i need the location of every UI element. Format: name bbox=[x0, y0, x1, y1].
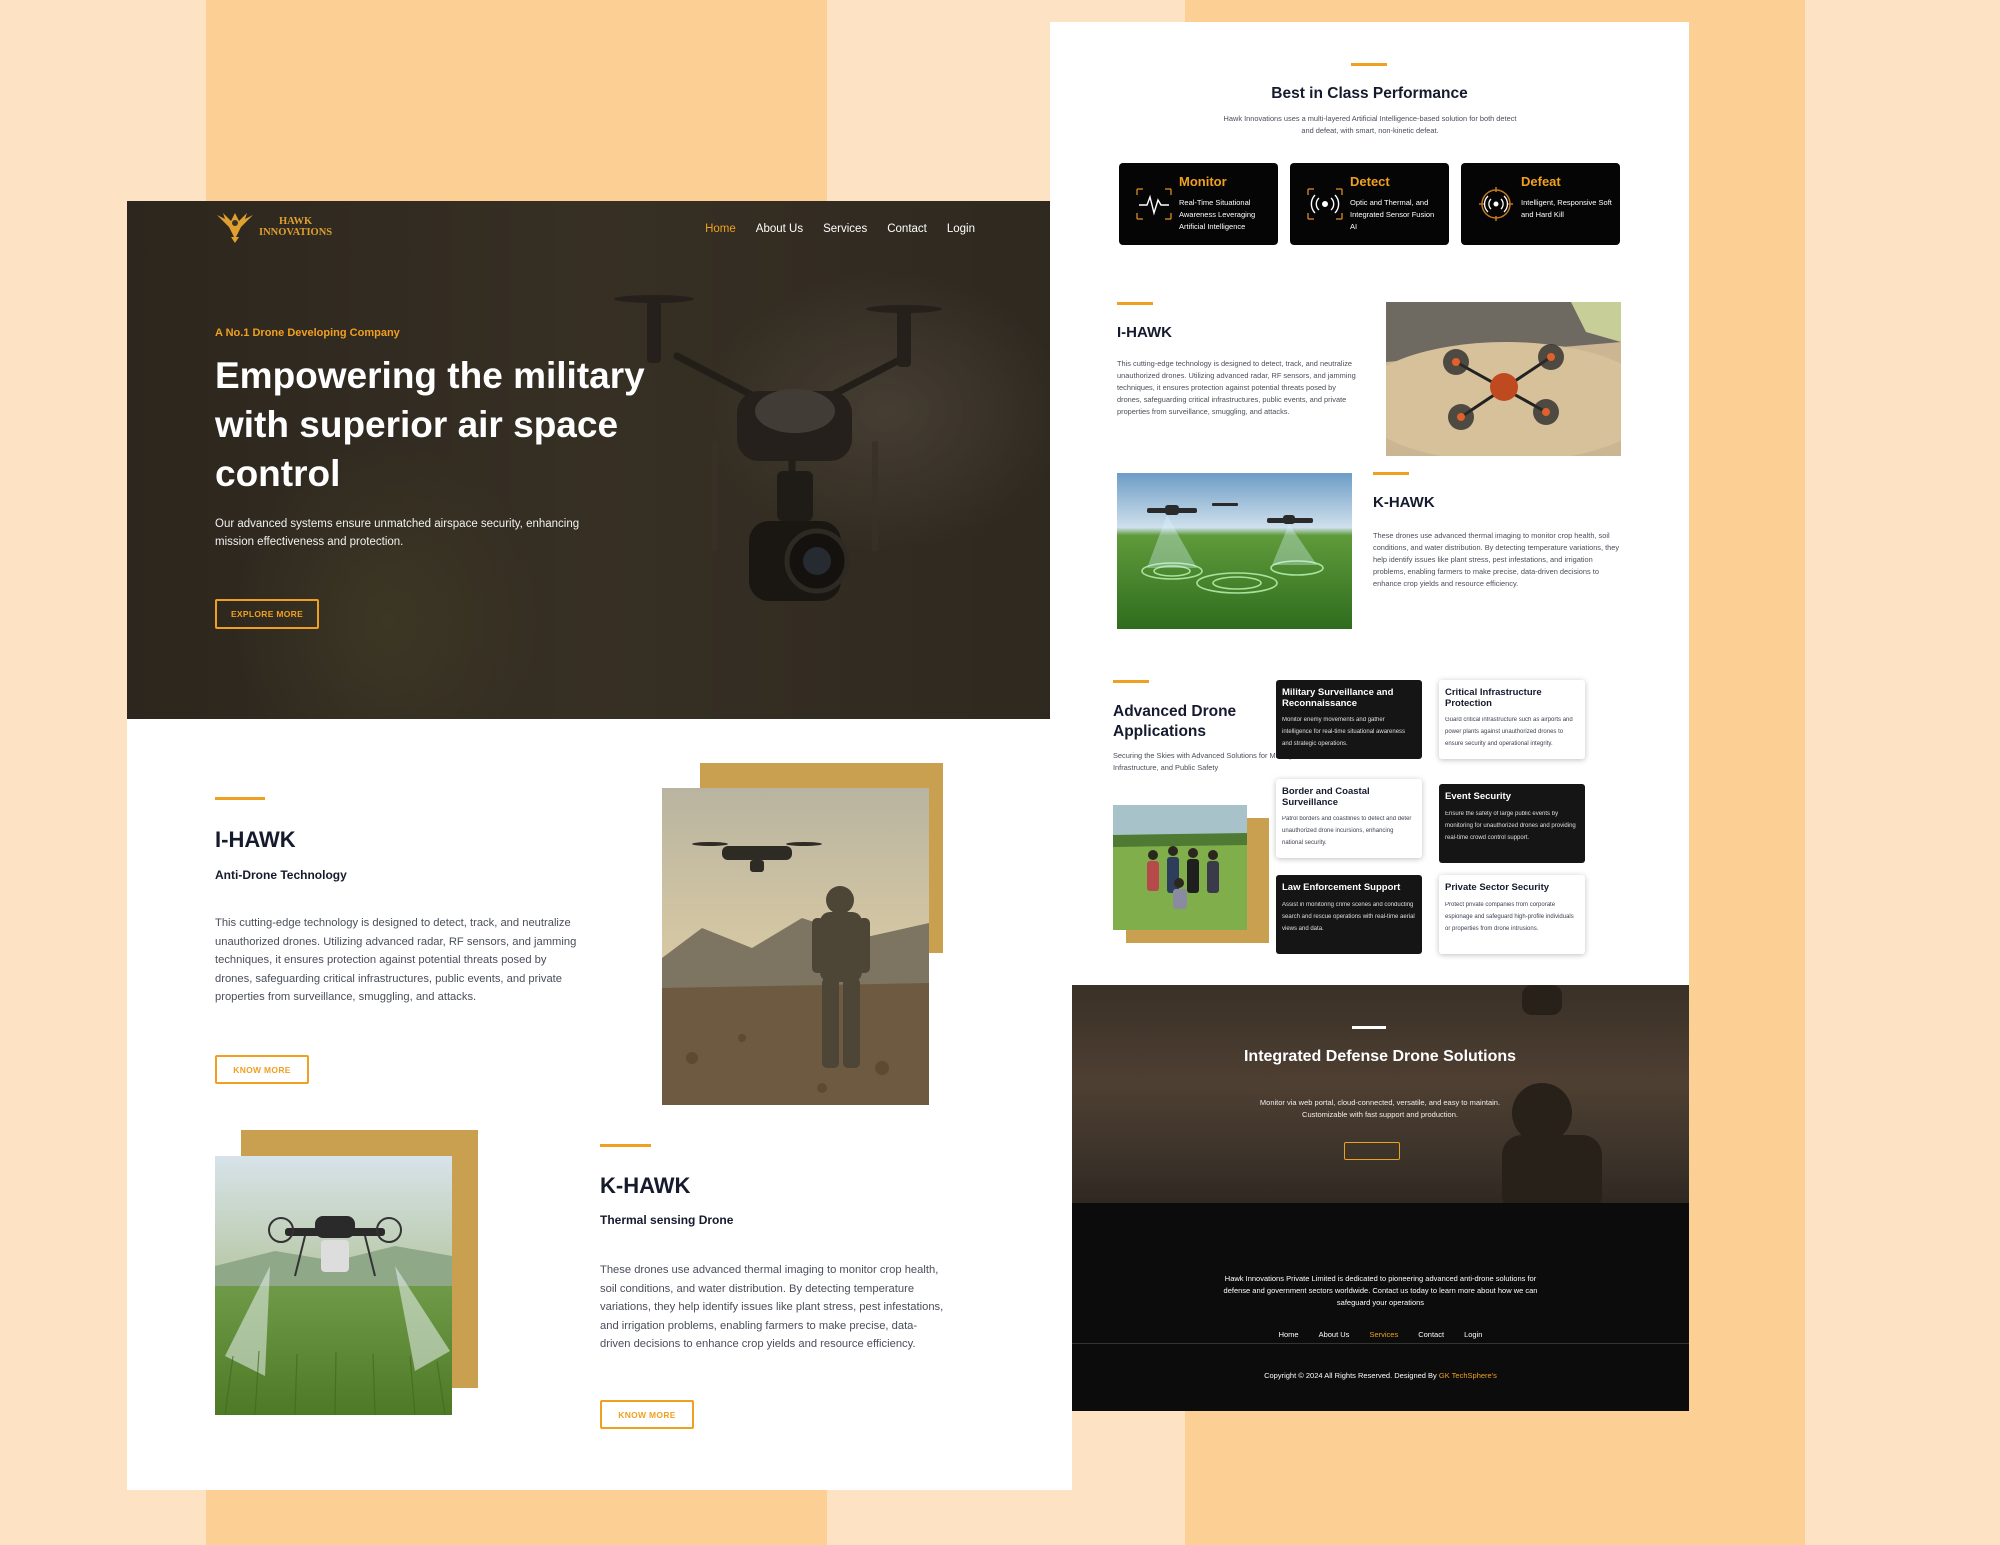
app-card-desc: Ensure the safety of large public events… bbox=[1445, 810, 1576, 841]
applications-title: Advanced Drone Applications bbox=[1113, 703, 1237, 740]
khawk-description: These drones use advanced thermal imagin… bbox=[600, 1264, 944, 1350]
footer-nav-login[interactable]: Login bbox=[1464, 1330, 1482, 1339]
app-card-desc: Monitor enemy movements and gather intel… bbox=[1282, 717, 1406, 747]
defense-description: Monitor via web portal, cloud-connected,… bbox=[1259, 1098, 1501, 1119]
app-card-desc: Protect private companies from corporate… bbox=[1445, 901, 1574, 932]
ihawk-description-small: This cutting-edge technology is designed… bbox=[1117, 359, 1356, 416]
brand-logo[interactable]: HAWK INNOVATIONS bbox=[215, 209, 332, 245]
monitor-card-desc: Real-Time Situational Awareness Leveragi… bbox=[1179, 198, 1256, 231]
monitor-card-title: Monitor bbox=[1179, 174, 1227, 189]
khawk-title-small: K-HAWK bbox=[1373, 494, 1435, 511]
app-card-law-enforcement[interactable]: Law Enforcement Support Assist in monito… bbox=[1276, 875, 1422, 954]
app-card-title: Law Enforcement Support bbox=[1282, 882, 1401, 893]
app-card-desc: Assist in monitoring crime scenes and co… bbox=[1282, 901, 1415, 932]
brand-name-line1: HAWK bbox=[278, 216, 313, 227]
explore-more-button[interactable]: EXPLORE MORE bbox=[215, 599, 319, 629]
section-accent-bar bbox=[1113, 680, 1149, 683]
brand-name-line2: INNOVATIONS bbox=[259, 227, 333, 238]
services-page-mockup: Best in Class Performance Hawk Innovatio… bbox=[1050, 22, 1689, 1411]
radar-signal-icon bbox=[1307, 188, 1343, 220]
app-card-title: Border and Coastal Surveillance bbox=[1282, 786, 1370, 808]
nav-about[interactable]: About Us bbox=[756, 223, 803, 235]
defeat-card-title: Defeat bbox=[1521, 174, 1561, 189]
defense-button[interactable] bbox=[1344, 1142, 1400, 1160]
khawk-know-more-button[interactable]: KNOW MORE bbox=[600, 1400, 694, 1429]
section-accent-bar bbox=[600, 1144, 651, 1147]
hero-tagline: A No.1 Drone Developing Company bbox=[215, 327, 400, 339]
defense-banner: Integrated Defense Drone Solutions Monit… bbox=[1072, 985, 1689, 1203]
hawk-logo-icon bbox=[217, 213, 253, 243]
nav-services[interactable]: Services bbox=[823, 223, 867, 235]
khawk-description-small: These drones use advanced thermal imagin… bbox=[1373, 531, 1620, 588]
monitor-card: Monitor Real-Time Situational Awareness … bbox=[1119, 163, 1278, 245]
ihawk-title-small: I-HAWK bbox=[1117, 324, 1172, 341]
main-nav: Home About Us Services Contact Login bbox=[705, 223, 975, 235]
detect-card-desc: Optic and Thermal, and Integrated Sensor… bbox=[1350, 198, 1435, 231]
copyright-text: Copyright © 2024 All Rights Reserved. De… bbox=[1264, 1371, 1437, 1380]
app-card-private-sector[interactable]: Private Sector Security Protect private … bbox=[1439, 875, 1585, 954]
hero-section: HAWK INNOVATIONS Home About Us Services … bbox=[127, 201, 1072, 719]
team-photo bbox=[1113, 805, 1247, 930]
footer-divider bbox=[1072, 1343, 1689, 1344]
app-card-military-surveillance[interactable]: Military Surveillance and Reconnaissance… bbox=[1276, 680, 1422, 759]
defense-title: Integrated Defense Drone Solutions bbox=[1243, 1048, 1517, 1065]
footer-nav-services[interactable]: Services bbox=[1369, 1330, 1398, 1339]
farm-drone-photo bbox=[215, 1156, 452, 1415]
nav-login[interactable]: Login bbox=[947, 223, 975, 235]
footer-nav-contact[interactable]: Contact bbox=[1418, 1330, 1444, 1339]
footer-nav-about[interactable]: About Us bbox=[1319, 1330, 1350, 1339]
lab-drone-photo bbox=[1386, 302, 1621, 456]
site-footer: Hawk Innovations Private Limited is dedi… bbox=[1072, 1203, 1689, 1411]
performance-description: Hawk Innovations uses a multi-layered Ar… bbox=[1223, 114, 1517, 135]
defeat-card: Defeat Intelligent, Responsive Soft and … bbox=[1461, 163, 1620, 245]
soldier-drone-photo bbox=[662, 788, 929, 1105]
designer-link[interactable]: GK TechSphere's bbox=[1439, 1371, 1497, 1380]
app-card-critical-infrastructure[interactable]: Critical Infrastructure Protection Guard… bbox=[1439, 680, 1585, 759]
section-accent-bar bbox=[1117, 302, 1153, 305]
app-card-title: Critical Infrastructure Protection bbox=[1445, 687, 1542, 709]
khawk-subtitle: Thermal sensing Drone bbox=[600, 1213, 734, 1227]
app-card-title: Private Sector Security bbox=[1445, 882, 1550, 893]
applications-description: Securing the Skies with Advanced Solutio… bbox=[1113, 751, 1295, 772]
footer-copyright: Copyright © 2024 All Rights Reserved. De… bbox=[1072, 1371, 1689, 1380]
waveform-icon bbox=[1136, 188, 1172, 220]
section-accent-bar bbox=[1351, 63, 1387, 66]
app-card-title: Military Surveillance and Reconnaissance bbox=[1282, 687, 1394, 709]
footer-nav: Home About Us Services Contact Login bbox=[1072, 1330, 1689, 1339]
footer-nav-home[interactable]: Home bbox=[1279, 1330, 1299, 1339]
nav-home[interactable]: Home bbox=[705, 223, 736, 235]
detect-card-title: Detect bbox=[1350, 174, 1390, 189]
background-stripe bbox=[1805, 0, 2000, 1545]
ihawk-know-more-button[interactable]: KNOW MORE bbox=[215, 1055, 309, 1084]
app-card-event-security[interactable]: Event Security Ensure the safety of larg… bbox=[1439, 784, 1585, 863]
target-signal-icon bbox=[1479, 187, 1513, 221]
footer-about: Hawk Innovations Private Limited is dedi… bbox=[1223, 1274, 1538, 1307]
app-card-desc: Patrol borders and coastlines to detect … bbox=[1282, 816, 1412, 846]
hero-description: Our advanced systems ensure unmatched ai… bbox=[215, 518, 580, 548]
app-card-desc: Guard critical infrastructure such as ai… bbox=[1445, 717, 1573, 747]
ihawk-description: This cutting-edge technology is designed… bbox=[215, 917, 577, 1003]
hero-title: Empowering the military with superior ai… bbox=[215, 355, 645, 494]
detect-card: Detect Optic and Thermal, and Integrated… bbox=[1290, 163, 1449, 245]
nav-contact[interactable]: Contact bbox=[887, 223, 927, 235]
section-accent-bar bbox=[1352, 1026, 1386, 1029]
ihawk-subtitle: Anti-Drone Technology bbox=[215, 868, 347, 882]
homepage-mockup: HAWK INNOVATIONS Home About Us Services … bbox=[127, 201, 1072, 1490]
app-card-title: Event Security bbox=[1445, 791, 1511, 802]
field-drones-photo bbox=[1117, 473, 1352, 629]
ihawk-title: I-HAWK bbox=[215, 827, 296, 852]
performance-title: Best in Class Performance bbox=[1271, 85, 1468, 102]
khawk-title: K-HAWK bbox=[600, 1173, 691, 1198]
app-card-border-coastal[interactable]: Border and Coastal Surveillance Patrol b… bbox=[1276, 779, 1422, 858]
section-accent-bar bbox=[1373, 472, 1409, 475]
section-accent-bar bbox=[215, 797, 265, 800]
defeat-card-desc: Intelligent, Responsive Soft and Hard Ki… bbox=[1521, 198, 1612, 219]
